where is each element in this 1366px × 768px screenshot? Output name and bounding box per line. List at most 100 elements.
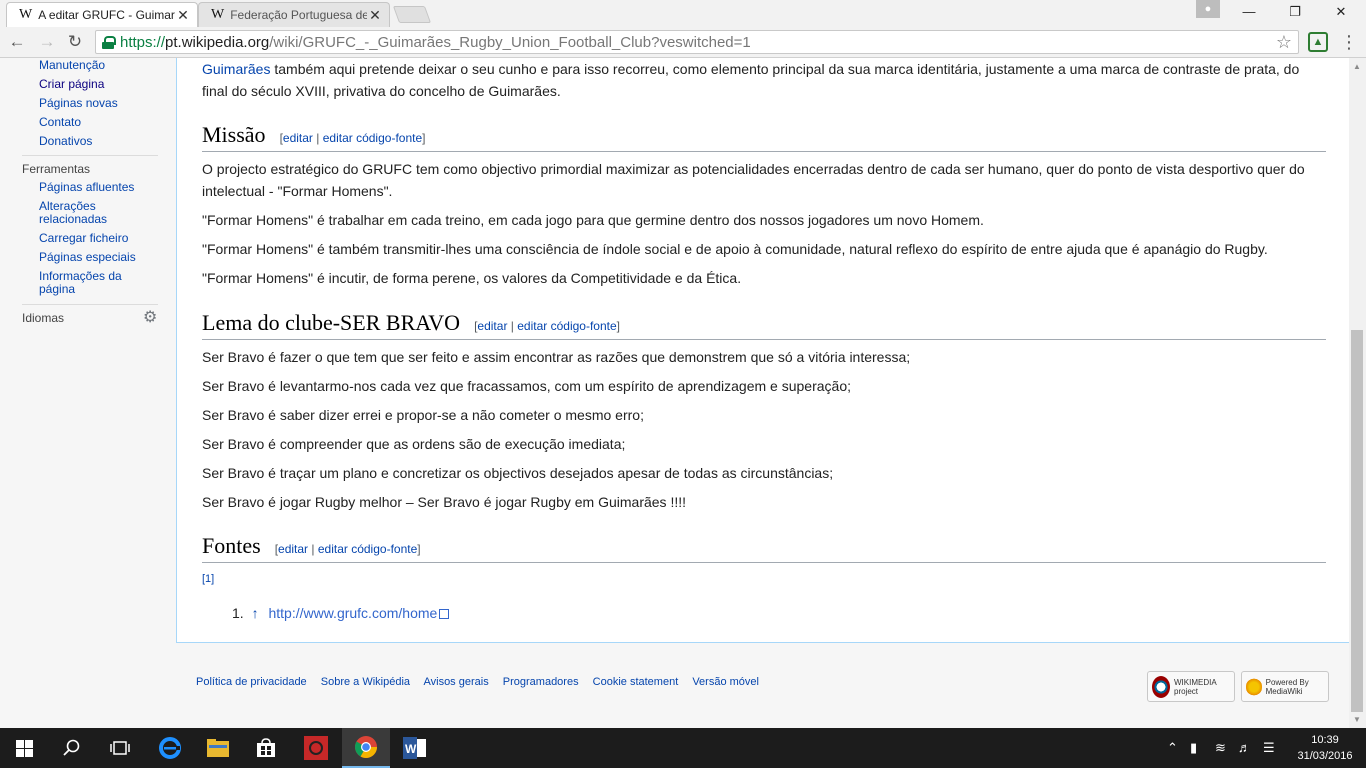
edit-link[interactable]: editar	[278, 542, 308, 556]
back-icon[interactable]: ←	[6, 31, 28, 53]
footer-link-avisos[interactable]: Avisos gerais	[423, 676, 488, 688]
scroll-up-icon[interactable]: ▲	[1353, 62, 1361, 71]
paragraph: "Formar Homens" é incutir, de forma pere…	[202, 270, 742, 286]
intro-paragraph: Guimarães também aqui pretende deixar o …	[202, 58, 1322, 102]
wikimedia-logo-icon	[1152, 675, 1170, 698]
article-content: Guimarães também aqui pretende deixar o …	[176, 58, 1349, 643]
mediawiki-badge[interactable]: Powered By MediaWiki	[1241, 671, 1329, 702]
edge-icon[interactable]	[146, 728, 194, 768]
tab-grufc-edit[interactable]: W A editar GRUFC - Guimarã ✕	[6, 2, 198, 27]
gear-icon[interactable]: ⚙	[143, 310, 157, 326]
search-icon[interactable]	[48, 728, 96, 768]
chrome-menu-icon[interactable]: ⋮	[1340, 31, 1358, 53]
lock-icon	[102, 35, 116, 49]
mediawiki-badge-text: Powered By MediaWiki	[1265, 677, 1309, 696]
extension-shield-icon[interactable]: ▲	[1308, 32, 1328, 52]
footer-link-sobre[interactable]: Sobre a Wikipédia	[321, 676, 410, 688]
intro-text: também aqui pretende deixar o seu cunho …	[202, 61, 1300, 99]
new-tab-button[interactable]	[392, 6, 432, 23]
tab-title: A editar GRUFC - Guimarã	[38, 8, 175, 22]
reload-icon[interactable]: ↻	[64, 31, 86, 53]
windows-taskbar: W ⌃ ▮ ≋ ♬ ☰ 10:39 31/03/2016	[0, 728, 1366, 768]
app-icon[interactable]	[292, 728, 340, 768]
url-host: pt.wikipedia.org	[165, 33, 270, 51]
edit-link[interactable]: editar	[283, 131, 313, 145]
sidebar-divider	[22, 155, 158, 156]
profile-icon[interactable]: ●	[1196, 0, 1220, 18]
edit-section-links: [editar | editar código-fonte]	[474, 319, 620, 333]
url-scheme: https://	[120, 33, 166, 51]
forward-icon[interactable]: →	[36, 31, 58, 53]
footer-link-programadores[interactable]: Programadores	[503, 676, 579, 688]
paragraph: Ser Bravo é saber dizer errei e propor-s…	[202, 407, 644, 423]
address-bar[interactable]: https://pt.wikipedia.org/wiki/GRUFC_-_Gu…	[95, 30, 1299, 54]
start-icon[interactable]	[0, 728, 48, 768]
sidebar-item-manutencao[interactable]: Manutenção	[39, 59, 105, 72]
wikipedia-favicon-icon: W	[19, 7, 33, 22]
paragraph: Ser Bravo é fazer o que tem que ser feit…	[202, 349, 911, 365]
edit-link[interactable]: editar	[477, 319, 507, 333]
edit-section-links: [editar | editar código-fonte]	[279, 131, 426, 145]
close-tab-icon[interactable]: ✕	[367, 7, 383, 24]
sidebar-item-contato[interactable]: Contato	[39, 116, 81, 129]
store-icon[interactable]	[242, 728, 290, 768]
sidebar-item-paginas-novas[interactable]: Páginas novas	[39, 97, 118, 110]
battery-icon[interactable]: ▮	[1190, 740, 1197, 756]
mediawiki-sunflower-icon	[1246, 675, 1262, 698]
reference-item: 1. ↑ http://www.grufc.com/home	[232, 605, 450, 621]
scroll-down-icon[interactable]: ▼	[1353, 715, 1361, 724]
wikipedia-favicon-icon: W	[211, 7, 225, 22]
close-window-button[interactable]: ✕	[1318, 0, 1364, 24]
paragraph: Ser Bravo é levantarmo-nos cada vez que …	[202, 378, 851, 394]
section-heading-lema: Lema do clube-SER BRAVO [editar | editar…	[202, 310, 1326, 340]
svg-text:W: W	[405, 742, 417, 756]
paragraph: "Formar Homens" é também transmitir-lhes…	[202, 241, 1268, 257]
paragraph: Ser Bravo é traçar um plano e concretiza…	[202, 465, 834, 481]
external-link-icon	[439, 609, 450, 619]
bookmark-star-icon[interactable]: ☆	[1276, 32, 1292, 53]
sidebar-item-paginas-especiais[interactable]: Páginas especiais	[39, 251, 136, 264]
section-heading-missao: Missão [editar | editar código-fonte]	[202, 122, 1326, 152]
close-tab-icon[interactable]: ✕	[175, 7, 191, 24]
reference-number: 1.	[232, 605, 244, 621]
wikimedia-badge-text: WIKIMEDIA project	[1174, 677, 1217, 696]
wifi-icon[interactable]: ≋	[1215, 740, 1226, 756]
backlink-arrow[interactable]: ↑	[252, 605, 259, 621]
tab-federacao[interactable]: W Federação Portuguesa de ✕	[198, 2, 390, 27]
tab-title: Federação Portuguesa de	[230, 8, 367, 22]
word-icon[interactable]: W	[391, 728, 439, 768]
footer-link-cookie[interactable]: Cookie statement	[593, 676, 679, 688]
sidebar-item-criar-pagina[interactable]: Criar página	[39, 78, 104, 91]
sidebar-item-carregar-ficheiro[interactable]: Carregar ficheiro	[39, 232, 128, 245]
sidebar-item-donativos[interactable]: Donativos	[39, 135, 92, 148]
clock-time: 10:39	[1311, 734, 1339, 746]
edit-source-link[interactable]: editar código-fonte	[323, 131, 422, 145]
sidebar: Manutenção Criar página Páginas novas Co…	[0, 58, 176, 648]
paragraph: "Formar Homens" é trabalhar em cada trei…	[202, 212, 984, 228]
file-explorer-icon[interactable]	[194, 728, 242, 768]
sidebar-item-paginas-afluentes[interactable]: Páginas afluentes	[39, 181, 134, 194]
footer-link-privacidade[interactable]: Política de privacidade	[196, 676, 307, 688]
clock-date: 31/03/2016	[1297, 750, 1353, 762]
edit-source-link[interactable]: editar código-fonte	[318, 542, 417, 556]
system-clock[interactable]: 10:39 31/03/2016	[1292, 732, 1358, 764]
external-link[interactable]: http://www.grufc.com/home	[268, 605, 437, 621]
edit-source-link[interactable]: editar código-fonte	[517, 319, 616, 333]
section-title: Missão	[202, 122, 266, 147]
vertical-scrollbar[interactable]: ▲ ▼	[1349, 58, 1366, 728]
reference-marker[interactable]: [1]	[202, 573, 214, 585]
chrome-icon[interactable]	[342, 728, 390, 768]
minimize-button[interactable]: —	[1226, 0, 1272, 24]
footer-link-versao-movel[interactable]: Versão móvel	[692, 676, 759, 688]
notifications-icon[interactable]: ☰	[1263, 740, 1275, 756]
show-hidden-icons-icon[interactable]: ⌃	[1167, 740, 1178, 756]
scrollbar-thumb[interactable]	[1351, 330, 1363, 712]
task-view-icon[interactable]	[96, 728, 144, 768]
browser-toolbar: ← → ↻ https://pt.wikipedia.org/wiki/GRUF…	[0, 27, 1366, 58]
volume-icon[interactable]: ♬	[1238, 740, 1251, 755]
maximize-button[interactable]: ❐	[1272, 0, 1318, 24]
sidebar-item-alteracoes-relacionadas[interactable]: Alterações relacionadas	[39, 200, 129, 226]
wikimedia-badge[interactable]: WIKIMEDIA project	[1147, 671, 1235, 702]
sidebar-item-informacoes-pagina[interactable]: Informações da página	[39, 270, 139, 296]
guimaraes-link[interactable]: Guimarães	[202, 61, 270, 77]
